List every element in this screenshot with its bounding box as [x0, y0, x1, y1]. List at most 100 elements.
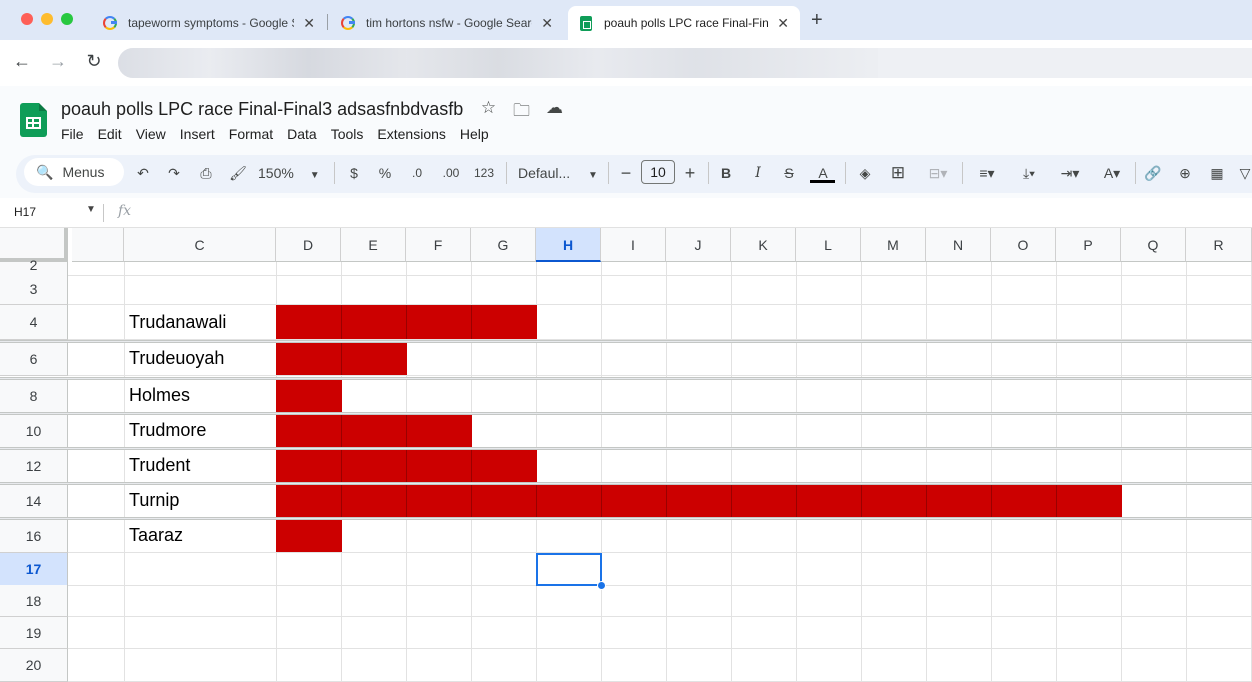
column-header-g[interactable]: G	[471, 228, 536, 262]
currency-format-button[interactable]: $	[346, 164, 362, 184]
filled-bar-cells[interactable]	[276, 305, 537, 339]
decrease-font-size-icon[interactable]: −	[618, 164, 634, 184]
strikethrough-icon[interactable]: S	[781, 164, 797, 184]
candidate-name-cell[interactable]: Taaraz	[129, 525, 183, 546]
address-bar[interactable]	[118, 48, 1252, 78]
column-header-c[interactable]: C	[124, 228, 276, 262]
row-header-8[interactable]: 8	[0, 379, 68, 413]
menu-view[interactable]: View	[129, 125, 173, 145]
reload-icon[interactable]: ↻	[83, 51, 105, 72]
close-tab-icon[interactable]: ✕	[302, 15, 316, 32]
merge-cells-icon[interactable]: ⊟▾	[920, 164, 956, 184]
menu-help[interactable]: Help	[453, 125, 496, 145]
candidate-name-cell[interactable]: Holmes	[129, 385, 190, 406]
row-header-4[interactable]: 4	[0, 305, 68, 340]
column-header-q[interactable]: Q	[1121, 228, 1186, 262]
sheets-logo-icon[interactable]	[20, 103, 47, 137]
insert-link-icon[interactable]: 🔗	[1143, 164, 1163, 184]
name-box[interactable]: H17	[14, 205, 36, 219]
row-header-16[interactable]: 16	[0, 519, 68, 553]
text-wrapping-icon[interactable]: ⇥▾	[1053, 164, 1087, 184]
menu-data[interactable]: Data	[280, 125, 324, 145]
column-header-f[interactable]: F	[406, 228, 471, 262]
cloud-status-icon[interactable]: ☁	[544, 98, 565, 127]
column-header-p[interactable]: P	[1056, 228, 1121, 262]
column-header-j[interactable]: J	[666, 228, 731, 262]
browser-tab-active[interactable]: poauh polls LPC race Final-Final3 adsasf…	[568, 6, 800, 40]
font-select[interactable]: Defaul... ▼	[518, 164, 598, 184]
row-header-6[interactable]: 6	[0, 342, 68, 376]
column-header-e[interactable]: E	[341, 228, 406, 262]
zoom-select[interactable]: 150% ▼	[258, 164, 322, 184]
candidate-name-cell[interactable]: Trudeuoyah	[129, 348, 224, 369]
row-header-17[interactable]: 17	[0, 553, 68, 586]
candidate-name-cell[interactable]: Trudmore	[129, 420, 206, 441]
insert-chart-icon[interactable]: ▦	[1207, 164, 1227, 184]
row-header-14[interactable]: 14	[0, 484, 68, 518]
browser-tab[interactable]: tapeworm symptoms - Google Search ✕	[92, 6, 326, 40]
fill-handle[interactable]	[597, 581, 606, 590]
vertical-align-icon[interactable]: ⤓▾	[1012, 164, 1046, 184]
row-header-12[interactable]: 12	[0, 449, 68, 483]
active-cell-selection[interactable]	[536, 553, 602, 586]
filled-bar-cells[interactable]	[276, 519, 342, 552]
row-header-3[interactable]: 3	[0, 273, 68, 305]
percent-format-button[interactable]: %	[377, 164, 393, 184]
hidden-rows-marker[interactable]	[0, 377, 1252, 380]
hidden-rows-marker[interactable]	[0, 482, 1252, 485]
candidate-name-cell[interactable]: Turnip	[129, 490, 179, 511]
filled-bar-cells[interactable]	[276, 414, 472, 447]
hidden-rows-marker[interactable]	[0, 517, 1252, 520]
undo-icon[interactable]: ↶	[134, 164, 152, 184]
filter-icon[interactable]: ▽	[1238, 164, 1252, 184]
candidate-name-cell[interactable]: Trudent	[129, 455, 190, 476]
column-header-d[interactable]: D	[276, 228, 341, 262]
column-header-r[interactable]: R	[1186, 228, 1252, 262]
number-format-button[interactable]: 123	[472, 164, 496, 184]
fill-color-icon[interactable]: ◈	[855, 164, 875, 184]
new-tab-button[interactable]: +	[811, 9, 823, 32]
star-icon[interactable]: ☆	[478, 98, 499, 127]
move-folder-icon[interactable]: 🗀	[511, 98, 532, 127]
filled-bar-cells[interactable]	[276, 379, 342, 412]
print-icon[interactable]: ⎙	[196, 164, 216, 184]
document-title[interactable]: poauh polls LPC race Final-Final3 adsasf…	[61, 99, 463, 120]
menu-tools[interactable]: Tools	[324, 125, 371, 145]
row-header-20[interactable]: 20	[0, 649, 68, 682]
filled-bar-cells[interactable]	[276, 449, 537, 482]
menu-edit[interactable]: Edit	[91, 125, 129, 145]
text-rotation-icon[interactable]: A▾	[1095, 164, 1129, 184]
close-tab-icon[interactable]: ✕	[776, 15, 790, 32]
browser-tab[interactable]: tim hortons nsfw - Google Search ✕	[330, 6, 564, 40]
bold-icon[interactable]: B	[718, 164, 734, 184]
decrease-decimal-button[interactable]: .0	[406, 164, 428, 184]
row-header-19[interactable]: 19	[0, 617, 68, 649]
hidden-rows-marker[interactable]	[0, 447, 1252, 450]
font-size-input[interactable]: 10	[641, 160, 675, 184]
close-window-button[interactable]	[21, 13, 33, 25]
row-header-10[interactable]: 10	[0, 414, 68, 448]
horizontal-align-icon[interactable]: ≡▾	[970, 164, 1004, 184]
column-header-o[interactable]: O	[991, 228, 1056, 262]
paint-format-icon[interactable]: 🖌	[228, 164, 248, 184]
close-tab-icon[interactable]: ✕	[540, 15, 554, 32]
column-header-l[interactable]: L	[796, 228, 861, 262]
menu-extensions[interactable]: Extensions	[370, 125, 452, 145]
spreadsheet-grid[interactable]: C D E F G H I J K L M N O P Q R 2 3 4 Trudanawali 6 Trudeuoya…	[0, 228, 1252, 682]
candidate-name-cell[interactable]: Trudanawali	[129, 312, 226, 333]
hidden-rows-marker[interactable]	[0, 340, 1252, 343]
column-header[interactable]	[72, 228, 124, 262]
chevron-down-icon[interactable]: ▼	[86, 204, 96, 215]
maximize-window-button[interactable]	[61, 13, 73, 25]
hidden-rows-marker[interactable]	[0, 412, 1252, 415]
menu-format[interactable]: Format	[222, 125, 280, 145]
italic-icon[interactable]: I	[750, 164, 766, 184]
filled-bar-cells[interactable]	[276, 342, 407, 375]
menus-search[interactable]: 🔍 Menus	[24, 158, 124, 186]
redo-icon[interactable]: ↷	[165, 164, 183, 184]
borders-icon[interactable]: ⊞	[888, 164, 908, 184]
minimize-window-button[interactable]	[41, 13, 53, 25]
row-header-18[interactable]: 18	[0, 585, 68, 617]
column-header-m[interactable]: M	[861, 228, 926, 262]
filled-bar-cells[interactable]	[276, 484, 1122, 517]
